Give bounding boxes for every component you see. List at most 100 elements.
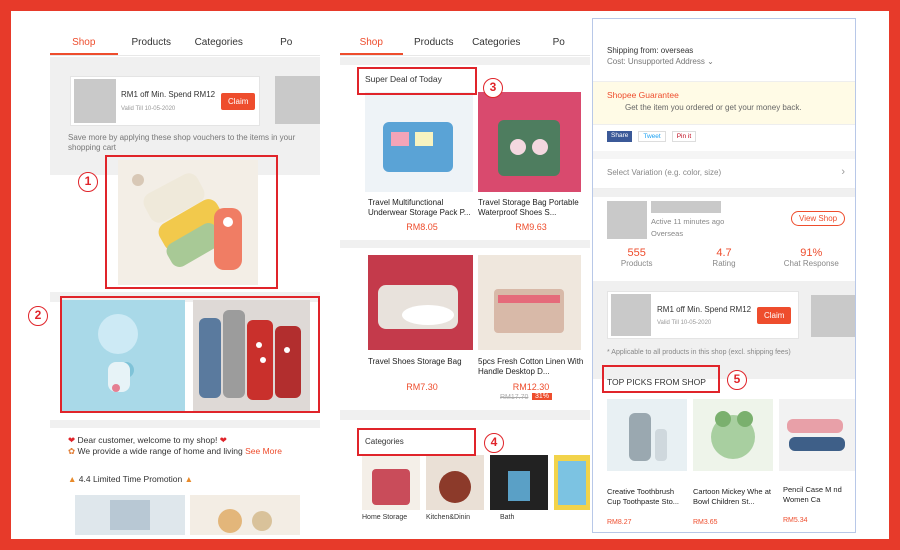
voucher-thumbnail-next — [811, 295, 855, 337]
promo-product-image[interactable] — [75, 495, 185, 535]
annotation-badge-3: 3 — [483, 78, 503, 98]
product-image[interactable] — [478, 92, 581, 192]
tab-shop[interactable]: Shop — [340, 30, 403, 55]
voucher-validity: Valid Till 10-05-2020 — [121, 106, 176, 112]
divider — [340, 240, 590, 248]
promotion-heading: ▲ 4.4 Limited Time Promotion ▲ — [68, 474, 193, 484]
promo-product-image[interactable] — [190, 495, 300, 535]
category-label[interactable]: Bath — [500, 514, 550, 521]
category-label[interactable]: Kitchen&Dinin — [426, 514, 490, 521]
flame-icon: ▲ — [184, 474, 194, 484]
stat-chat-response: 91% Chat Response — [768, 247, 855, 268]
product-price: RM9.63 — [515, 222, 547, 232]
top-pick-price: RM5.34 — [783, 517, 808, 524]
shipping-from: Shipping from: overseas — [607, 46, 694, 55]
top-pick-title[interactable]: Pencil Case M nd Women Ca — [783, 485, 855, 505]
facebook-share-button[interactable]: Share — [607, 131, 633, 142]
divider — [593, 189, 855, 197]
top-pick-image[interactable] — [779, 399, 855, 471]
top-pick-title[interactable]: Creative Toothbrush Cup Toothpaste Sto..… — [607, 487, 689, 507]
annotation-badge-4: 4 — [484, 433, 504, 453]
product-price: RM8.05 — [406, 222, 438, 232]
product-image[interactable] — [365, 92, 473, 192]
voucher-validity: Valid Till 10-05-2020 — [657, 319, 712, 326]
original-price: RM17.70 — [500, 394, 529, 401]
product-details-panel: Shipping from: overseas Cost: Unsupporte… — [592, 18, 856, 533]
variation-label: Select Variation (e.g. color, size) — [607, 168, 722, 177]
shop-avatar[interactable] — [607, 201, 647, 239]
promotion-label: 4.4 Limited Time Promotion — [78, 474, 183, 484]
voucher-thumbnail — [611, 294, 651, 336]
tab-categories[interactable]: Categories — [185, 30, 253, 55]
heart-icon: ❤ — [219, 435, 227, 445]
category-image[interactable] — [426, 455, 484, 510]
heart-icon: ❤ — [68, 435, 76, 445]
super-deal-heading: Super Deal of Today — [365, 74, 442, 84]
voucher-thumbnail — [74, 79, 116, 123]
stat-value: 555 — [627, 247, 646, 259]
stat-label: Rating — [712, 259, 736, 268]
shop-stats: 555 Products 4.7 Rating 91% Chat Response — [593, 247, 855, 268]
product-title[interactable]: 5pcs Fresh Cotton Linen With Handle Desk… — [478, 357, 584, 377]
view-shop-button[interactable]: View Shop — [791, 211, 846, 226]
stat-label: Products — [620, 259, 653, 268]
guarantee-text: Get the item you ordered or get your mon… — [625, 103, 802, 112]
product-image[interactable] — [368, 255, 473, 350]
welcome-text: Dear customer, welcome to my shop! — [77, 435, 218, 445]
claim-button[interactable]: Claim — [757, 306, 792, 324]
chevron-right-icon: › — [841, 166, 845, 178]
tab-categories[interactable]: Categories — [465, 30, 528, 55]
divider — [50, 420, 320, 428]
stat-value: 91% — [800, 247, 823, 259]
product-image[interactable] — [478, 255, 581, 350]
flower-icon: ✿ — [68, 446, 76, 456]
top-pick-title[interactable]: Cartoon Mickey Whe at Bowl Children St..… — [693, 487, 775, 507]
pencil-box-image[interactable] — [193, 300, 310, 412]
pinterest-share-button[interactable]: Pin it — [671, 131, 697, 142]
shop-location: Overseas — [651, 229, 684, 238]
pencil-case-banner[interactable] — [118, 160, 258, 285]
top-pick-image[interactable] — [693, 399, 773, 471]
shop-tabs: Shop Products Categories Po — [340, 30, 590, 56]
share-buttons: Share Tweet Pin it — [607, 131, 697, 142]
claim-button[interactable]: Claim — [221, 92, 256, 110]
voucher-title: RM1 off Min. Spend RM12 — [121, 90, 216, 99]
shop-name[interactable] — [651, 201, 721, 213]
applicable-note: * Applicable to all products in this sho… — [607, 349, 791, 356]
category-image[interactable] — [554, 455, 590, 510]
shop-tabs: Shop Products Categories Po — [50, 30, 320, 56]
top-pick-price: RM8.27 — [607, 519, 632, 526]
see-more-link[interactable]: See More — [245, 446, 282, 456]
annotation-badge-2: 2 — [28, 306, 48, 326]
shopee-guarantee: Shopee Guarantee Get the item you ordere… — [593, 81, 855, 125]
product-title[interactable]: Travel Multifunctional Underwear Storage… — [368, 198, 476, 218]
variation-selector[interactable]: Select Variation (e.g. color, size) › — [593, 151, 855, 189]
category-image[interactable] — [490, 455, 548, 510]
shop-home-panel: Shop Products Categories Po RM1 off Min.… — [50, 30, 320, 535]
divider — [340, 57, 590, 65]
category-image[interactable] — [362, 455, 420, 510]
shipping-cost[interactable]: Cost: Unsupported Address — [607, 57, 705, 66]
tab-products[interactable]: Products — [118, 30, 186, 55]
product-title[interactable]: Travel Shoes Storage Bag — [368, 357, 476, 377]
tab-more[interactable]: Po — [253, 30, 321, 55]
categories-heading: Categories — [365, 437, 404, 446]
top-picks-heading: TOP PICKS FROM SHOP — [607, 377, 706, 387]
tab-shop[interactable]: Shop — [50, 30, 118, 55]
tab-products[interactable]: Products — [403, 30, 466, 55]
shop-products-panel: Shop Products Categories Po Super Deal o… — [340, 30, 590, 535]
tab-more[interactable]: Po — [528, 30, 591, 55]
annotation-badge-1: 1 — [78, 172, 98, 192]
twitter-share-button[interactable]: Tweet — [638, 131, 666, 142]
stat-label: Chat Response — [783, 259, 839, 268]
voucher-note: Save more by applying these shop voucher… — [68, 133, 296, 152]
product-title[interactable]: Travel Storage Bag Portable Waterproof S… — [478, 198, 584, 218]
voucher-title: RM1 off Min. Spend RM12 — [657, 304, 752, 314]
product-price: RM12.30 — [512, 382, 550, 392]
category-label[interactable]: Home Storage — [362, 514, 426, 521]
chevron-down-icon[interactable]: ⌄ — [707, 57, 714, 66]
top-pick-image[interactable] — [607, 399, 687, 471]
stat-rating: 4.7 Rating — [680, 247, 767, 268]
guarantee-title: Shopee Guarantee — [607, 90, 679, 100]
pompom-keychain-image[interactable] — [60, 300, 185, 412]
